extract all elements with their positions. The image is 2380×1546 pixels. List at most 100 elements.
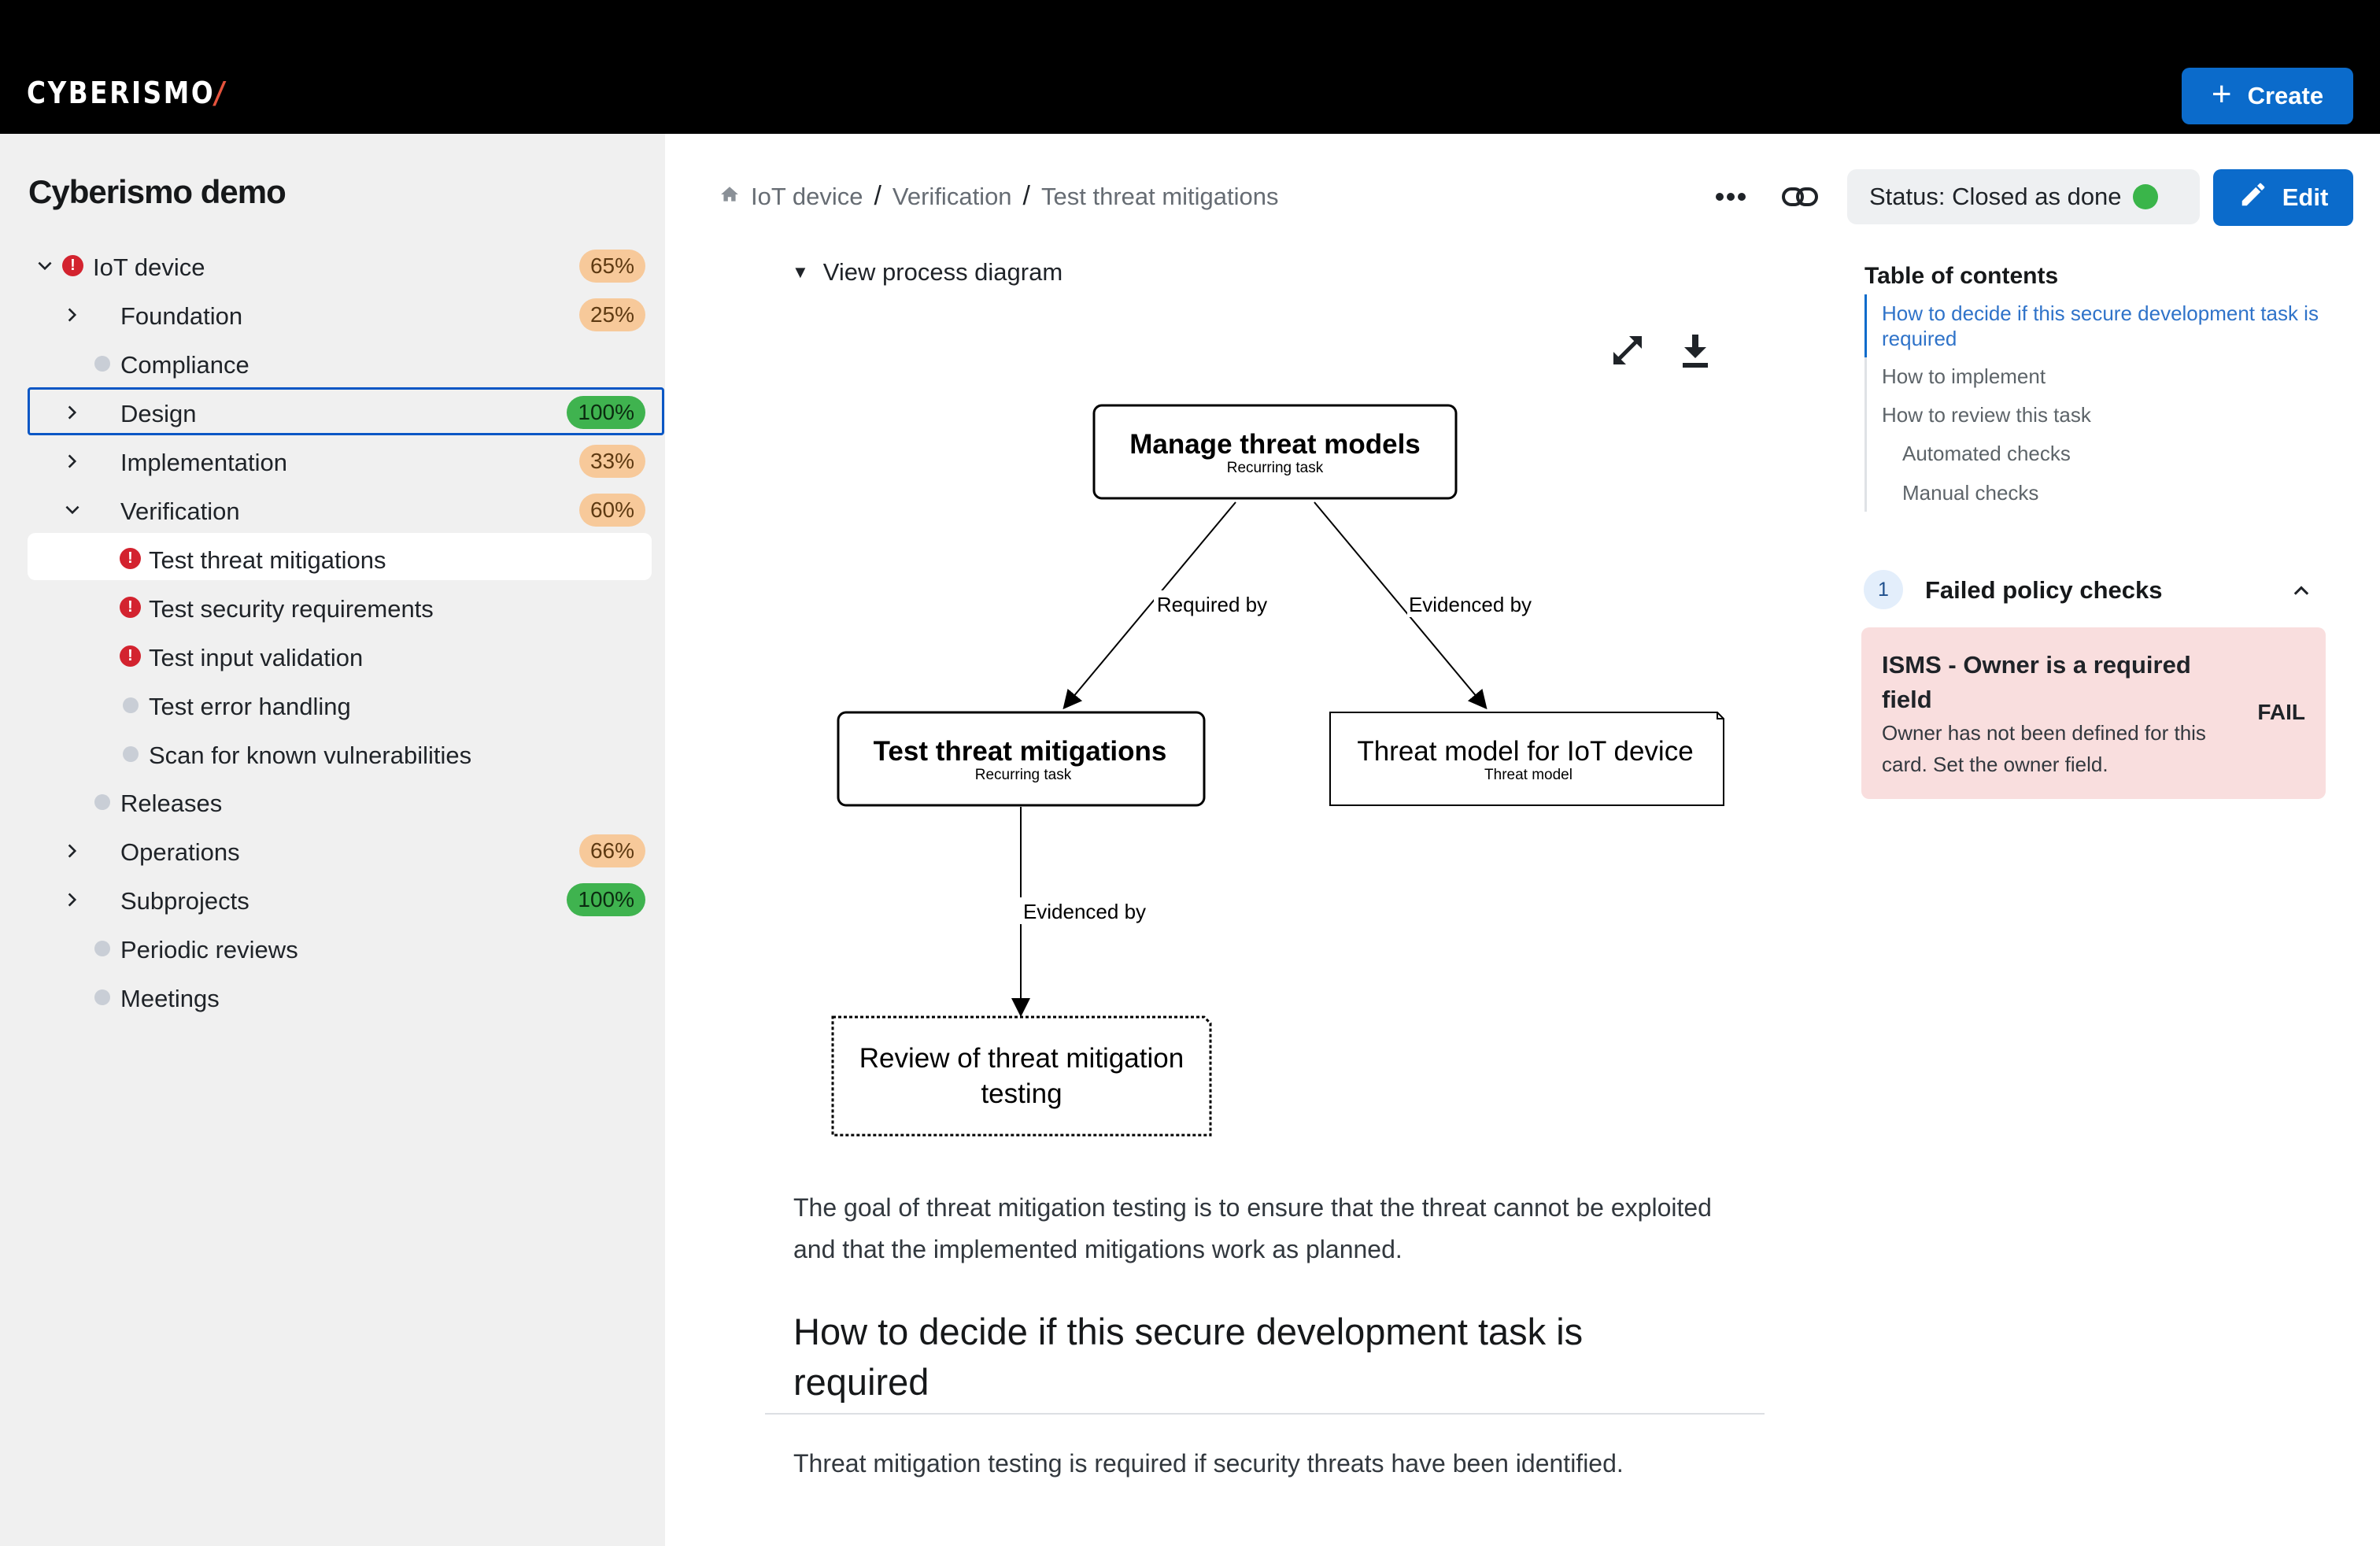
breadcrumb-separator: /	[874, 181, 881, 211]
tree-item-implementation[interactable]: Implementation 33%	[31, 442, 645, 481]
tree-item-label: Verification	[120, 497, 240, 525]
status-dot-green	[2132, 184, 2158, 209]
cyberismo-logo[interactable]: CYBERISMO/	[27, 76, 227, 110]
expand-icon[interactable]	[1609, 331, 1646, 369]
tree-item-label: Periodic reviews	[120, 936, 298, 963]
chevron-down-icon[interactable]	[34, 255, 56, 277]
node-manage-threat-models[interactable]: Manage threat models Recurring task	[1092, 404, 1458, 500]
tree-item-foundation[interactable]: Foundation 25%	[31, 295, 645, 335]
tree-item-design[interactable]: Design 100%	[31, 393, 645, 432]
toc-item[interactable]: How to review this task	[1882, 402, 2091, 427]
chevron-up-icon[interactable]	[2289, 579, 2314, 601]
tree-item-verification[interactable]: Verification 60%	[31, 490, 645, 530]
policy-check-card: ISMS - Owner is a required field Owner h…	[1861, 627, 2326, 799]
triangle-down-icon: ▼	[792, 262, 809, 282]
status-chip[interactable]: Status: Closed as done	[1847, 169, 2200, 224]
home-icon[interactable]	[719, 183, 740, 211]
sidebar: Cyberismo demo ! IoT device 65% Foundati…	[0, 134, 665, 1546]
tree-item-label: Test security requirements	[149, 595, 434, 623]
tree-item-meetings[interactable]: Meetings	[31, 978, 645, 1017]
node-review-threat-mitigation-testing[interactable]: Review of threat mitigation testing	[831, 1015, 1212, 1137]
tree-item-label: Operations	[120, 838, 240, 866]
body-paragraph: Threat mitigation testing is required if…	[793, 1449, 1624, 1478]
toc-active-indicator	[1864, 294, 1867, 357]
toc-item[interactable]: How to implement	[1882, 364, 2046, 389]
breadcrumb: IoT device / Verification / Test threat …	[719, 181, 1279, 212]
process-diagram[interactable]: Required by Evidenced by Evidenced by Ma…	[787, 378, 1763, 1149]
breadcrumb-current: Test threat mitigations	[1041, 182, 1279, 210]
edge-label: Evidenced by	[1023, 900, 1146, 923]
edit-button[interactable]: Edit	[2213, 169, 2353, 226]
logo-text: CYBERISMO	[27, 76, 216, 110]
progress-badge: 60%	[578, 494, 645, 527]
edge-label: Evidenced by	[1409, 593, 1532, 616]
tree-item-label: Subprojects	[120, 887, 249, 915]
breadcrumb-separator: /	[1022, 181, 1030, 211]
tree-item-label: IoT device	[93, 253, 205, 281]
error-icon: !	[120, 548, 141, 569]
policy-check-result: FAIL	[2257, 700, 2305, 724]
view-diagram-toggle[interactable]: ▼ View process diagram	[792, 258, 1062, 287]
node-threat-model-iot-device[interactable]: Threat model for IoT device Threat model	[1329, 712, 1724, 806]
tree-item-test-security-requirements[interactable]: ! Test security requirements	[31, 588, 645, 627]
progress-badge: 33%	[578, 445, 645, 478]
chevron-down-icon[interactable]	[61, 499, 83, 521]
chevron-right-icon[interactable]	[61, 450, 83, 472]
more-options-icon[interactable]	[1713, 181, 1749, 213]
toc-item[interactable]: How to decide if this secure development…	[1882, 301, 2323, 351]
chevron-right-icon[interactable]	[61, 889, 83, 911]
node-title: Review of threat mitigation	[859, 1043, 1184, 1074]
progress-badge: 66%	[578, 834, 645, 867]
tree-item-label: Meetings	[120, 985, 220, 1012]
status-dot	[94, 941, 110, 956]
tree-item-periodic-reviews[interactable]: Periodic reviews	[31, 929, 645, 968]
status-dot	[94, 794, 110, 810]
tree-item-label: Test error handling	[149, 693, 351, 720]
breadcrumb-link[interactable]: Verification	[893, 183, 1012, 211]
status-dot	[123, 746, 139, 762]
download-icon[interactable]	[1678, 331, 1713, 369]
create-button-label: Create	[2247, 82, 2324, 109]
error-icon: !	[62, 255, 83, 276]
node-test-threat-mitigations[interactable]: Test threat mitigations Recurring task	[837, 711, 1206, 807]
toc-item[interactable]: Manual checks	[1902, 480, 2038, 505]
policy-check-description: Owner has not been defined for this card…	[1882, 721, 2206, 776]
failed-checks-count: 1	[1864, 570, 1903, 609]
chevron-right-icon[interactable]	[61, 304, 83, 326]
status-dot	[94, 989, 110, 1005]
chevron-right-icon[interactable]	[61, 401, 83, 423]
tree-item-label: Design	[120, 400, 197, 427]
tree-item-label: Foundation	[120, 302, 243, 330]
logo-accent: /	[215, 76, 227, 110]
pencil-icon	[2238, 179, 2268, 216]
node-subtitle: Recurring task	[975, 767, 1072, 783]
node-subtitle: Recurring task	[1227, 460, 1324, 476]
progress-badge: 65%	[578, 250, 645, 283]
tree-item-test-input-validation[interactable]: ! Test input validation	[31, 637, 645, 676]
error-icon: !	[120, 645, 141, 667]
node-subtitle: Threat model	[1484, 767, 1572, 783]
failed-checks-title[interactable]: Failed policy checks	[1925, 576, 2163, 605]
tree-item-iot-device[interactable]: ! IoT device 65%	[31, 246, 645, 286]
section-heading: How to decide if this secure development…	[793, 1311, 1584, 1403]
node-title: testing	[981, 1078, 1062, 1109]
tree-item-test-error-handling[interactable]: Test error handling	[31, 686, 645, 725]
heading-divider	[765, 1413, 1765, 1415]
tree-item-scan-vulnerabilities[interactable]: Scan for known vulnerabilities	[31, 734, 645, 774]
tree-item-label: Scan for known vulnerabilities	[149, 742, 472, 769]
tree-item-operations[interactable]: Operations 66%	[31, 831, 645, 871]
tree-item-label: Test input validation	[149, 644, 364, 671]
project-title: Cyberismo demo	[28, 173, 286, 210]
tree-item-label: Test threat mitigations	[149, 546, 386, 574]
tree-item-compliance[interactable]: Compliance	[31, 344, 645, 383]
view-diagram-label: View process diagram	[822, 258, 1063, 286]
link-icon[interactable]	[1780, 181, 1820, 213]
intro-paragraph: The goal of threat mitigation testing is…	[793, 1193, 1712, 1263]
create-button[interactable]: + Create	[2182, 68, 2353, 124]
chevron-right-icon[interactable]	[61, 840, 83, 862]
breadcrumb-link[interactable]: IoT device	[751, 183, 863, 211]
tree-item-subprojects[interactable]: Subprojects 100%	[31, 880, 645, 919]
toc-item[interactable]: Automated checks	[1902, 441, 2071, 466]
tree-item-test-threat-mitigations[interactable]: ! Test threat mitigations	[31, 539, 645, 579]
tree-item-releases[interactable]: Releases	[31, 782, 645, 822]
